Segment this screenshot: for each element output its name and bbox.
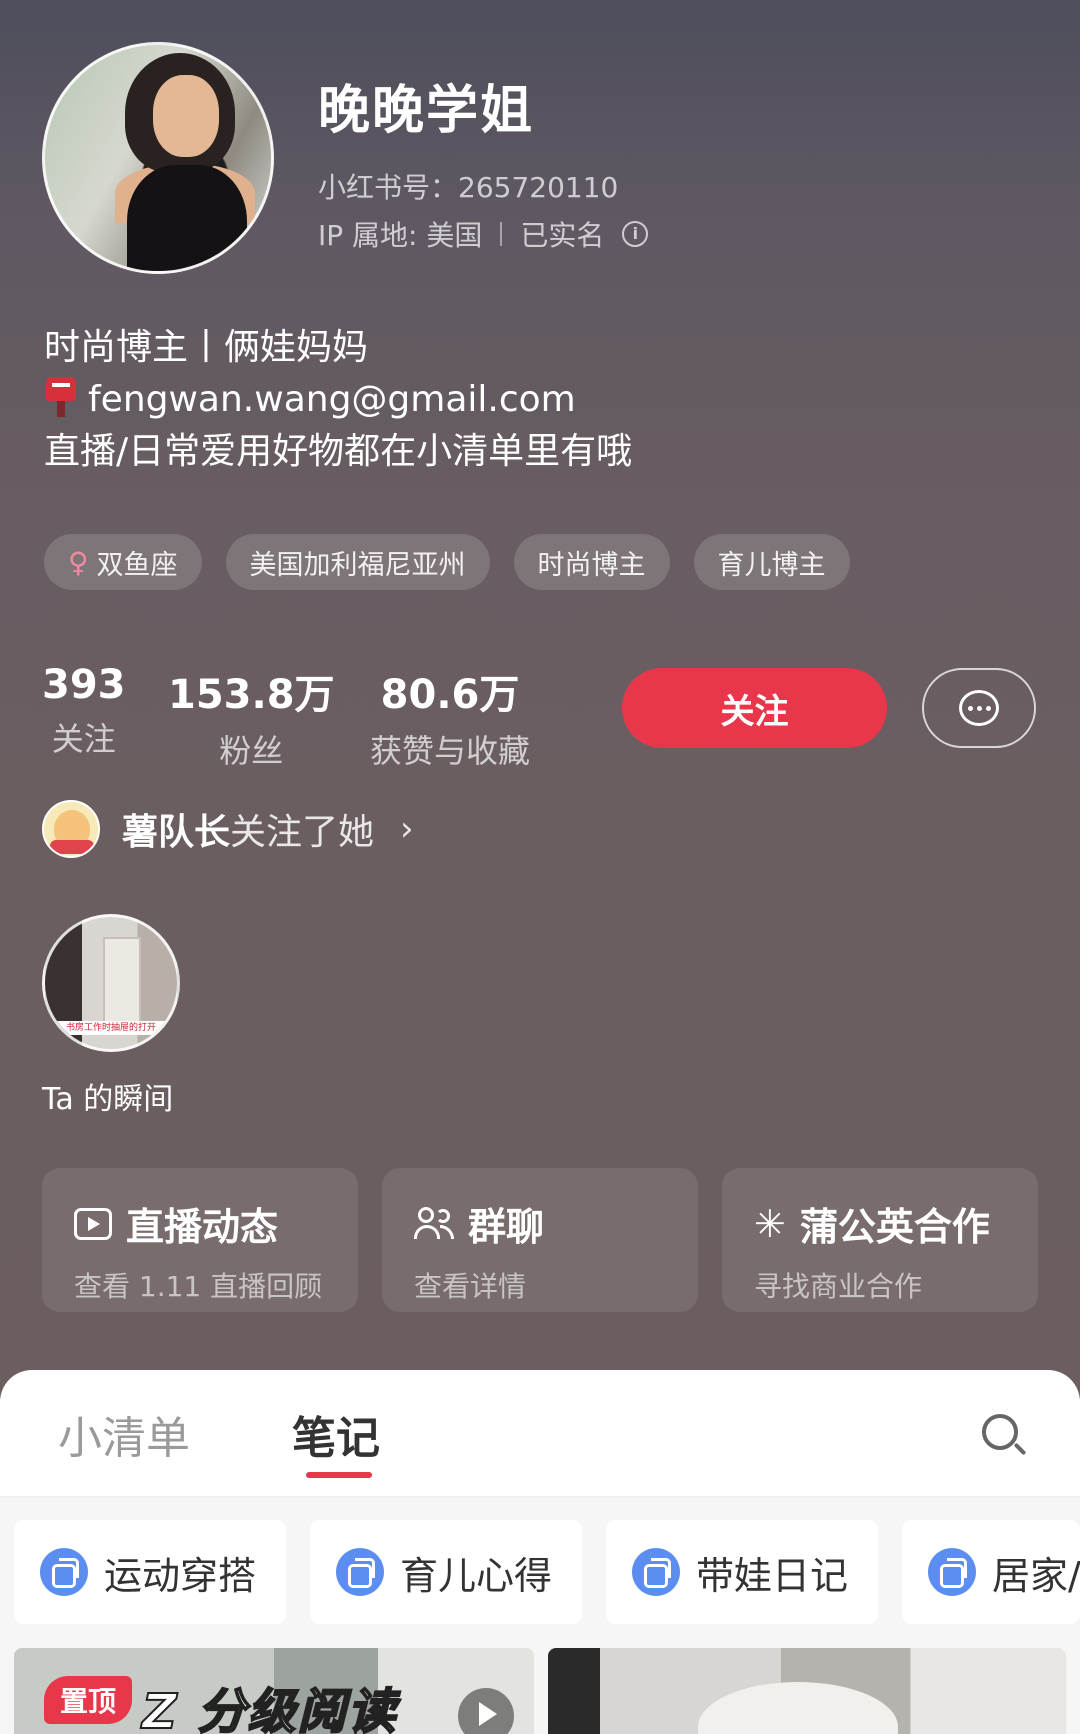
stat-likes[interactable]: 80.6万 获赞与收藏 (370, 662, 530, 772)
divider (500, 222, 503, 246)
album-label: 运动穿搭 (104, 1553, 257, 1598)
active-tab-indicator (306, 1472, 372, 1478)
note-cover-image (698, 1682, 898, 1734)
moment-thumbnail[interactable]: 书房工作时抽屉的打开 (42, 914, 180, 1052)
tab-notes[interactable]: 笔记 (292, 1402, 380, 1466)
card-subtitle: 查看详情 (414, 1270, 527, 1303)
stat-label: 关注 (51, 720, 116, 758)
mailbox-icon (44, 377, 78, 417)
tag-label: 育儿博主 (717, 549, 826, 581)
female-icon: ♀ (68, 545, 89, 579)
pinned-badge: 置顶 (44, 1676, 133, 1724)
stat-fans[interactable]: 153.8万 粉丝 (168, 662, 335, 772)
tag-label: 时尚博主 (537, 549, 646, 581)
moment-caption: 书房工作时抽屉的打开 (45, 1021, 177, 1035)
bio-email: fengwan.wang@gmail.com (88, 379, 576, 420)
tag-zodiac[interactable]: ♀ 双鱼座 (44, 534, 202, 590)
ip-location: IP 属地: 美国 (318, 219, 483, 252)
tab-list[interactable]: 小清单 (58, 1402, 190, 1466)
stat-label: 粉丝 (219, 732, 284, 770)
stat-label: 获赞与收藏 (370, 732, 531, 770)
tag-label: 美国加利福尼亚州 (249, 549, 466, 581)
card-title: 群聊 (468, 1205, 545, 1249)
bio-email-line: fengwan.wang@gmail.com (44, 374, 632, 426)
bio: 时尚博主丨俩娃妈妈 fengwan.wang@gmail.com 直播/日常爱用… (44, 322, 632, 478)
album-chip[interactable]: 居家/ (902, 1520, 1080, 1624)
verified-status: 已实名 (520, 219, 605, 252)
profile-avatar[interactable] (42, 42, 274, 274)
tag-label: 双鱼座 (96, 549, 178, 581)
card-subtitle: 查看 1.11 直播回顾 (74, 1270, 323, 1303)
profile-name: 晚晚学姐 (318, 81, 535, 141)
card-subtitle: 寻找商业合作 (754, 1270, 923, 1303)
album-label: 带娃日记 (696, 1553, 849, 1598)
tag-location[interactable]: 美国加利福尼亚州 (225, 534, 490, 590)
card-title: 蒲公英合作 (799, 1205, 990, 1249)
moment-label: Ta 的瞬间 (42, 1082, 174, 1117)
album-label: 育儿心得 (400, 1553, 553, 1598)
follower-avatar (42, 800, 100, 858)
dandelion-icon: ✳ (754, 1201, 786, 1246)
tag-category[interactable]: 育儿博主 (693, 534, 850, 590)
album-chip[interactable]: 育儿心得 (310, 1520, 582, 1624)
album-label: 居家/ (992, 1553, 1080, 1598)
followed-by-row[interactable]: 薯队长关注了她 › (42, 800, 414, 858)
album-chip[interactable]: 带娃日记 (606, 1520, 878, 1624)
album-icon (336, 1548, 384, 1596)
album-icon (40, 1548, 88, 1596)
followed-by-label: 关注了她 (230, 812, 375, 853)
note-card[interactable]: 置顶 Z 分级阅读 (14, 1648, 534, 1734)
play-icon (458, 1688, 514, 1734)
stat-number: 80.6万 (380, 672, 520, 718)
album-icon (928, 1548, 976, 1596)
card-group-chat[interactable]: 群聊 查看详情 (382, 1168, 698, 1312)
profile-tags: ♀ 双鱼座 美国加利福尼亚州 时尚博主 育儿博主 (44, 534, 850, 590)
ip-location-row: IP 属地: 美国 已实名 i (318, 214, 649, 254)
card-dandelion[interactable]: ✳ 蒲公英合作 寻找商业合作 (722, 1168, 1038, 1312)
card-title: 直播动态 (126, 1205, 279, 1249)
note-cover-title: Z 分级阅读 (141, 1683, 398, 1734)
follow-button[interactable]: 关注 (622, 668, 887, 748)
info-icon[interactable]: i (622, 221, 649, 247)
red-id: 小红书号：265720110 (318, 171, 619, 204)
album-icon (632, 1548, 680, 1596)
bio-line: 直播/日常爱用好物都在小清单里有哦 (44, 431, 633, 472)
album-chip[interactable]: 运动穿搭 (14, 1520, 286, 1624)
stat-number: 153.8万 (168, 672, 335, 718)
card-live[interactable]: 直播动态 查看 1.11 直播回顾 (42, 1168, 358, 1312)
stat-number: 393 (42, 662, 126, 708)
group-chat-icon (414, 1206, 454, 1241)
followed-by-text: 薯队长关注了她 (122, 803, 374, 855)
chevron-right-icon: › (400, 809, 414, 849)
chat-bubble-icon (959, 690, 999, 726)
follower-name: 薯队长 (122, 812, 231, 853)
bio-line: 时尚博主丨俩娃妈妈 (44, 327, 369, 368)
message-button[interactable] (922, 668, 1036, 748)
live-video-icon (74, 1207, 112, 1240)
search-icon[interactable] (982, 1414, 1027, 1458)
note-card[interactable] (548, 1648, 1066, 1734)
stat-following[interactable]: 393 关注 (42, 662, 126, 760)
tag-category[interactable]: 时尚博主 (513, 534, 670, 590)
